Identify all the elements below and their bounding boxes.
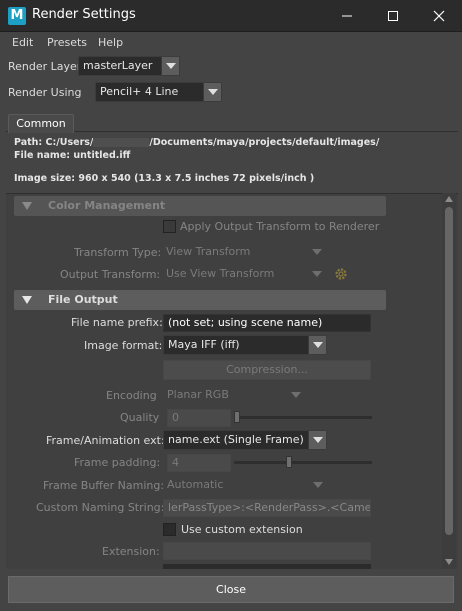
- menu-edit[interactable]: Edit: [12, 36, 33, 49]
- menu-help[interactable]: Help: [98, 36, 123, 49]
- quality-slider-handle[interactable]: [234, 411, 240, 423]
- extension-label: Extension:: [102, 545, 160, 558]
- output-transform-value: Use View Transform: [166, 267, 275, 280]
- chevron-down-icon: [208, 89, 218, 95]
- render-using-dropdown[interactable]: Pencil+ 4 Line: [95, 82, 222, 102]
- next-field-partial: [163, 564, 371, 569]
- minimize-button[interactable]: [324, 0, 370, 32]
- frame-buffer-naming-dropdown[interactable]: Automatic: [163, 475, 327, 495]
- collapse-triangle-icon: [22, 202, 32, 210]
- file-name-prefix-input[interactable]: (not set; using scene name): [163, 314, 371, 332]
- chevron-down-icon: [313, 482, 323, 488]
- frame-buffer-naming-value: Automatic: [167, 478, 224, 491]
- encoding-value: Planar RGB: [167, 388, 229, 401]
- quality-slider[interactable]: [234, 416, 372, 419]
- image-format-label: Image format:: [84, 339, 163, 352]
- redacted-username: [93, 138, 150, 147]
- output-transform-dropdown[interactable]: Use View Transform: [162, 264, 326, 284]
- render-layer-value: masterLayer: [83, 59, 153, 72]
- image-format-dropdown[interactable]: Maya IFF (iff): [163, 335, 327, 355]
- frame-buffer-naming-label: Frame Buffer Naming:: [43, 479, 165, 492]
- file-name-info: File name: untitled.iff: [14, 150, 131, 161]
- transform-type-label: Transform Type:: [74, 246, 162, 259]
- tab-common[interactable]: Common: [8, 114, 74, 133]
- scroll-down-arrow-icon[interactable]: [445, 559, 453, 565]
- maya-app-icon: M: [8, 7, 26, 25]
- title-bar: M Render Settings: [0, 0, 462, 32]
- collapse-triangle-icon: [22, 296, 32, 304]
- menu-presets[interactable]: Presets: [47, 36, 87, 49]
- minimize-icon: [342, 15, 352, 17]
- render-layer-label: Render Layer: [8, 60, 82, 73]
- use-custom-extension-checkbox[interactable]: [163, 523, 176, 536]
- chevron-down-icon: [313, 342, 323, 348]
- window-title: Render Settings: [32, 7, 136, 22]
- chevron-down-icon: [291, 392, 301, 398]
- maximize-icon: [388, 11, 398, 21]
- scroll-up-arrow-icon[interactable]: [445, 196, 453, 202]
- color-management-header[interactable]: Color Management: [14, 196, 386, 216]
- close-button[interactable]: Close: [8, 576, 454, 603]
- gear-icon[interactable]: [333, 266, 349, 282]
- custom-naming-string-label: Custom Naming String:: [36, 501, 165, 514]
- color-management-title: Color Management: [48, 199, 166, 212]
- vertical-scrollbar[interactable]: [442, 193, 456, 569]
- file-output-title: File Output: [48, 293, 118, 306]
- scrollbar-thumb[interactable]: [445, 207, 453, 535]
- path-prefix: Path: C:/Users/: [14, 137, 94, 148]
- frame-animation-ext-label: Frame/Animation ext:: [46, 434, 165, 447]
- menu-bar: Edit Presets Help: [0, 32, 462, 54]
- close-icon: [433, 10, 445, 22]
- quality-input[interactable]: 0: [167, 409, 231, 427]
- path-suffix: /Documents/maya/projects/default/images/: [149, 137, 380, 148]
- render-using-value: Pencil+ 4 Line: [100, 85, 179, 98]
- output-transform-label: Output Transform:: [60, 268, 161, 281]
- encoding-label: Encoding: [106, 389, 157, 402]
- chevron-down-icon: [166, 63, 176, 69]
- frame-padding-slider-handle[interactable]: [286, 456, 292, 468]
- encoding-dropdown[interactable]: Planar RGB: [163, 385, 305, 405]
- render-using-label: Render Using: [8, 86, 82, 99]
- use-custom-extension-label: Use custom extension: [181, 523, 303, 536]
- image-size-info: Image size: 960 x 540 (13.3 x 7.5 inches…: [14, 173, 315, 184]
- frame-padding-input[interactable]: 4: [167, 454, 231, 472]
- settings-panel: Color Management Apply Output Transform …: [6, 193, 458, 569]
- close-window-button[interactable]: [416, 0, 462, 32]
- frame-padding-label: Frame padding:: [74, 456, 161, 469]
- frame-animation-ext-dropdown[interactable]: name.ext (Single Frame): [163, 430, 327, 450]
- custom-naming-string-input[interactable]: lerPassType>:<RenderPass>.<Camera>: [163, 499, 371, 517]
- compression-button[interactable]: Compression...: [163, 360, 371, 380]
- chevron-down-icon: [312, 249, 322, 255]
- frame-animation-ext-value: name.ext (Single Frame): [168, 433, 304, 446]
- extension-input[interactable]: [163, 542, 371, 560]
- render-layer-dropdown[interactable]: masterLayer: [78, 56, 180, 76]
- image-path: Path: C:/Users/ /Documents/maya/projects/…: [14, 137, 379, 148]
- quality-label: Quality: [120, 411, 160, 424]
- tab-bar: Common: [6, 112, 458, 133]
- chevron-down-icon: [313, 437, 323, 443]
- apply-output-transform-checkbox[interactable]: [163, 220, 176, 233]
- file-name-prefix-label: File name prefix:: [71, 316, 163, 329]
- chevron-down-icon: [312, 271, 322, 277]
- image-format-value: Maya IFF (iff): [168, 338, 240, 351]
- transform-type-value: View Transform: [166, 245, 251, 258]
- maximize-button[interactable]: [370, 0, 416, 32]
- apply-output-transform-label: Apply Output Transform to Renderer: [180, 220, 380, 233]
- file-output-header[interactable]: File Output: [14, 290, 386, 310]
- frame-padding-slider[interactable]: [234, 461, 372, 464]
- transform-type-dropdown[interactable]: View Transform: [162, 242, 326, 262]
